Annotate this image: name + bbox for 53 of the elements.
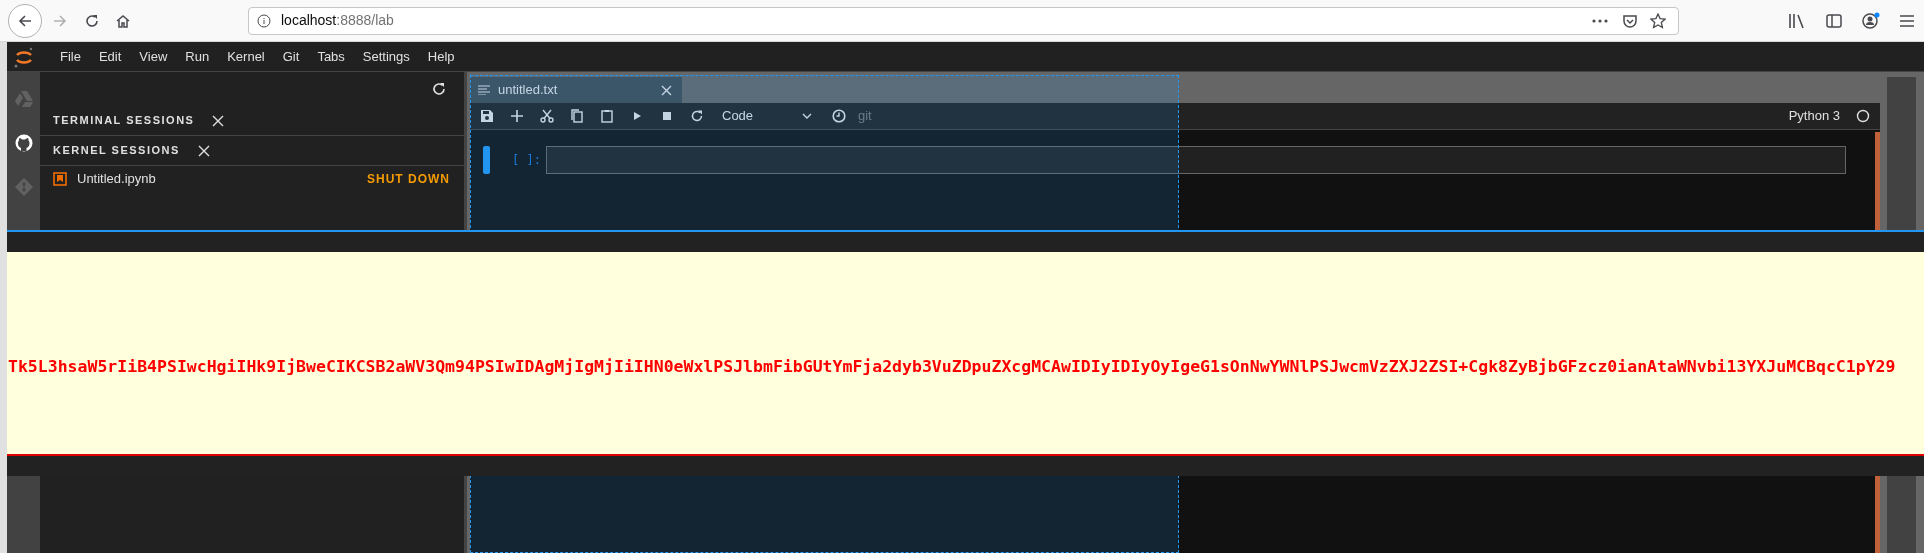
file-tab[interactable]: untitled.txt xyxy=(470,77,682,103)
menu-item[interactable]: Settings xyxy=(353,46,419,67)
shield-icon[interactable] xyxy=(1622,12,1638,29)
menu-icon[interactable] xyxy=(1900,14,1914,27)
refresh-icon[interactable] xyxy=(432,82,446,96)
menu-item[interactable]: Kernel xyxy=(218,46,274,67)
reload-icon[interactable] xyxy=(84,12,100,29)
error-text: Tk5L3hsaW5rIiB4PSIwcHgiIHk9IjBweCIKCSB2aWV3Qm94PSIwIDAgMjIgMjIiIHN0eWxlPSJlbmFibGUtYmFja2dyb3VuZDpuZXcgMCAwIDIyIDIyOyIgeG1sOnNwYWNlPSJwcmVzZXJ2ZSI+Cgk8ZyBjbGFzcz0ianAtaWNvbi13YXJuMCBqcC1pY29 xyxy=(8,355,1896,378)
cell-prompt: [ ]: xyxy=(512,152,541,169)
menu-item[interactable]: View xyxy=(130,46,177,67)
home-icon[interactable] xyxy=(115,12,131,29)
url-text: localhost:8888/lab xyxy=(281,11,394,30)
menu-item[interactable]: Tabs xyxy=(308,46,354,67)
star-icon[interactable] xyxy=(1650,12,1666,29)
menu-item[interactable]: Run xyxy=(176,46,219,67)
cell-type-dropdown[interactable]: Code xyxy=(722,106,812,126)
menu-item[interactable]: File xyxy=(51,46,90,67)
clock-icon[interactable] xyxy=(832,109,846,123)
restart-icon[interactable] xyxy=(690,109,704,123)
menu-item[interactable]: Git xyxy=(273,46,309,67)
chevron-down-icon xyxy=(802,113,812,119)
back-button[interactable] xyxy=(8,3,42,38)
cell-input[interactable] xyxy=(545,146,1846,174)
info-icon xyxy=(257,13,271,28)
shut-down-link[interactable]: SHUT DOWN xyxy=(367,170,450,188)
scissors-icon[interactable] xyxy=(540,109,554,123)
sidebar-icon[interactable] xyxy=(1826,12,1842,29)
copy-icon[interactable] xyxy=(570,109,584,123)
active-cell-bar xyxy=(483,146,490,174)
kernel-status-icon xyxy=(1856,109,1870,123)
logo-icon xyxy=(13,45,35,68)
save-icon[interactable] xyxy=(480,109,494,123)
close-icon[interactable] xyxy=(197,144,210,157)
tab-title: untitled.txt xyxy=(498,81,558,100)
text-file-icon xyxy=(478,85,490,95)
library-icon[interactable] xyxy=(1788,12,1806,29)
close-icon[interactable] xyxy=(661,84,672,96)
notebook-icon xyxy=(53,172,67,186)
account-icon[interactable] xyxy=(1862,11,1880,30)
clipboard-icon[interactable] xyxy=(600,109,614,123)
menu-item[interactable]: Help xyxy=(418,46,464,67)
github-icon[interactable] xyxy=(14,134,33,152)
session-name[interactable]: Untitled.ipynb xyxy=(77,169,156,189)
close-icon[interactable] xyxy=(212,114,225,127)
section-header: KERNEL SESSIONS xyxy=(53,143,180,159)
kernel-name[interactable]: Python 3 xyxy=(1788,106,1840,126)
more-dots-icon[interactable] xyxy=(1592,18,1608,23)
url-field[interactable]: localhost:8888/lab xyxy=(248,6,1679,35)
stop-icon[interactable] xyxy=(660,109,674,123)
back-arrow-icon xyxy=(17,12,33,29)
section-header: TERMINAL SESSIONS xyxy=(53,113,195,129)
menu-item[interactable]: Edit xyxy=(89,46,131,67)
plus-icon[interactable] xyxy=(510,109,524,123)
